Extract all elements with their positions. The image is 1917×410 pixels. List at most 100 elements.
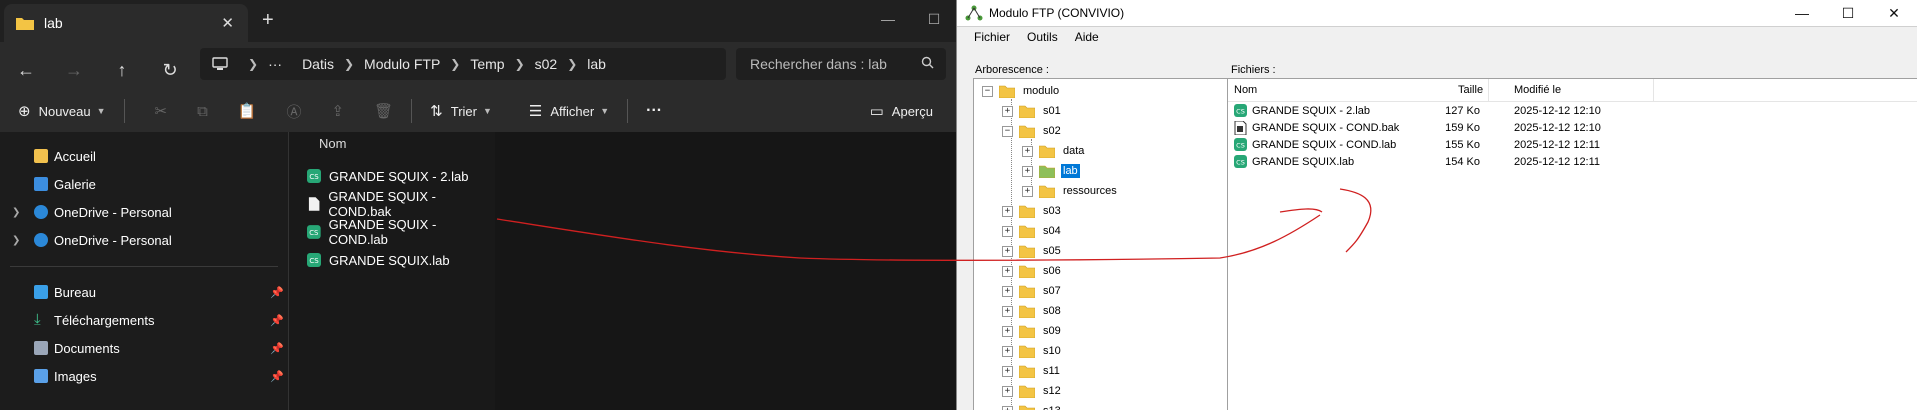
expand-icon[interactable]: + <box>1022 145 1033 157</box>
tree-node-ressources[interactable]: + ressources <box>1022 181 1119 201</box>
expand-icon[interactable]: + <box>1002 325 1013 337</box>
search-input[interactable]: Rechercher dans : lab <box>750 56 921 72</box>
expand-icon[interactable]: + <box>1002 405 1013 410</box>
minimize-button[interactable]: — <box>865 4 911 34</box>
expand-icon[interactable]: + <box>1002 345 1013 357</box>
tree-node-s02[interactable]: − s02 <box>1002 121 1063 141</box>
chevron-right-icon[interactable]: ❯ <box>12 207 20 218</box>
files-pane[interactable]: Nom Taille Modifié le CS GRANDE SQUIX - 2… <box>1227 78 1917 410</box>
column-divider[interactable] <box>1488 79 1489 101</box>
forward-arrow-icon[interactable]: → <box>62 60 86 81</box>
collapse-icon[interactable]: − <box>982 85 993 97</box>
close-tab-icon[interactable]: ✕ <box>221 14 234 32</box>
copy-icon[interactable]: ⧉ <box>197 103 208 120</box>
collapse-icon[interactable]: − <box>1002 125 1013 137</box>
more-options-button[interactable]: ··· <box>646 102 662 120</box>
tree-node-s01[interactable]: + s01 <box>1002 101 1063 121</box>
expand-icon[interactable]: + <box>1002 365 1013 377</box>
sidebar-item-documents[interactable]: Documents 📌 <box>0 334 288 362</box>
share-icon[interactable]: ⇪ <box>332 102 345 120</box>
breadcrumb-ellipsis[interactable]: ··· <box>268 56 282 72</box>
chevron-right-icon[interactable]: ❯ <box>12 235 20 246</box>
tree-node-s08[interactable]: + s08 <box>1002 301 1063 321</box>
file-row[interactable]: CS GRANDE SQUIX.lab 154 Ko 2025-12-12 12:11 <box>1234 154 1914 170</box>
rename-icon[interactable]: Ⓐ <box>287 101 302 122</box>
new-button[interactable]: ⊕ Nouveau ▼ <box>18 102 106 120</box>
file-item[interactable]: CS GRANDE SQUIX - COND.lab <box>307 217 495 247</box>
expand-icon[interactable]: + <box>1002 225 1013 237</box>
file-row[interactable]: GRANDE SQUIX - COND.bak 159 Ko 2025-12-12 … <box>1234 120 1914 136</box>
column-divider[interactable] <box>1653 79 1654 101</box>
tree-node-s10[interactable]: + s10 <box>1002 341 1063 361</box>
tree-node-s12[interactable]: + s12 <box>1002 381 1063 401</box>
tree-node-data[interactable]: + data <box>1022 141 1086 161</box>
file-row[interactable]: CS GRANDE SQUIX - COND.lab 155 Ko 2025-12-1… <box>1234 137 1914 153</box>
file-item[interactable]: CS GRANDE SQUIX - 2.lab <box>307 162 468 190</box>
preview-button[interactable]: ▭ Aperçu <box>870 102 933 120</box>
column-header-name[interactable]: Nom <box>319 136 346 151</box>
sidebar-item-desktop[interactable]: Bureau 📌 <box>0 278 288 306</box>
expand-icon[interactable]: + <box>1002 245 1013 257</box>
cut-icon[interactable]: ✂ <box>155 102 168 120</box>
sidebar-item-gallery[interactable]: Galerie <box>0 170 288 198</box>
refresh-icon[interactable]: ↻ <box>158 60 182 81</box>
sidebar-item-home[interactable]: Accueil <box>0 142 288 170</box>
delete-icon[interactable]: 🗑 <box>374 102 393 120</box>
minimize-button[interactable]: — <box>1779 0 1825 26</box>
close-button[interactable]: ✕ <box>1871 0 1917 26</box>
breadcrumb-modulo-ftp[interactable]: Modulo FTP <box>364 56 440 72</box>
pin-icon[interactable]: 📌 <box>270 342 284 355</box>
file-item[interactable]: CS GRANDE SQUIX.lab <box>307 246 450 274</box>
breadcrumb-datis[interactable]: Datis <box>302 56 334 72</box>
breadcrumb-temp[interactable]: Temp <box>470 56 504 72</box>
pin-icon[interactable]: 📌 <box>270 370 284 383</box>
menu-fichier[interactable]: Fichier <box>974 30 1010 50</box>
sidebar-item-onedrive[interactable]: ❯ OneDrive - Personal <box>0 198 288 226</box>
column-header-size[interactable]: Taille <box>1458 84 1483 96</box>
file-row[interactable]: CS GRANDE SQUIX - 2.lab 127 Ko 2025-12-12 1… <box>1234 103 1914 119</box>
tree-node-s04[interactable]: + s04 <box>1002 221 1063 241</box>
tab-lab[interactable]: lab ✕ <box>4 4 248 42</box>
menu-outils[interactable]: Outils <box>1027 30 1058 50</box>
expand-icon[interactable]: + <box>1002 265 1013 277</box>
view-button[interactable]: ☰ Afficher ▼ <box>529 102 609 120</box>
expand-icon[interactable]: + <box>1002 205 1013 217</box>
tree-node-s09[interactable]: + s09 <box>1002 321 1063 341</box>
tree-node-s05[interactable]: + s05 <box>1002 241 1063 261</box>
breadcrumb-s02[interactable]: s02 <box>535 56 558 72</box>
breadcrumb-lab[interactable]: lab <box>587 56 606 72</box>
sidebar-item-images[interactable]: Images 📌 <box>0 362 288 390</box>
pin-icon[interactable]: 📌 <box>270 314 284 327</box>
tree-node-s07[interactable]: + s07 <box>1002 281 1063 301</box>
tree-node-s06[interactable]: + s06 <box>1002 261 1063 281</box>
expand-icon[interactable]: + <box>1002 105 1013 117</box>
new-tab-button[interactable]: + <box>262 9 274 32</box>
maximize-button[interactable]: ☐ <box>911 4 957 34</box>
file-list-empty-area[interactable] <box>495 132 957 410</box>
expand-icon[interactable]: + <box>1002 285 1013 297</box>
tree-node-lab[interactable]: + lab <box>1022 161 1080 181</box>
column-header-modified[interactable]: Modifié le <box>1514 84 1561 96</box>
search-box[interactable]: Rechercher dans : lab <box>736 48 946 80</box>
tree-node-modulo[interactable]: − modulo <box>982 81 1061 101</box>
column-header-name[interactable]: Nom <box>1234 84 1257 96</box>
sidebar-item-onedrive[interactable]: ❯ OneDrive - Personal <box>0 226 288 254</box>
up-arrow-icon[interactable]: ↑ <box>110 60 134 81</box>
sidebar-item-downloads[interactable]: ⤓ Téléchargements 📌 <box>0 306 288 334</box>
back-arrow-icon[interactable]: ← <box>14 60 38 81</box>
file-item[interactable]: GRANDE SQUIX - COND.bak <box>307 189 495 219</box>
expand-icon[interactable]: + <box>1022 185 1033 197</box>
expand-icon[interactable]: + <box>1002 305 1013 317</box>
pin-icon[interactable]: 📌 <box>270 286 284 299</box>
sort-button[interactable]: ⇅ Trier ▼ <box>430 102 492 120</box>
tree-node-s13[interactable]: + s13 <box>1002 401 1063 410</box>
expand-icon[interactable]: + <box>1022 165 1033 177</box>
tree-node-s11[interactable]: + s11 <box>1002 361 1062 381</box>
menu-aide[interactable]: Aide <box>1075 30 1099 50</box>
tree-node-s03[interactable]: + s03 <box>1002 201 1063 221</box>
maximize-button[interactable]: ☐ <box>1825 0 1871 26</box>
expand-icon[interactable]: + <box>1002 385 1013 397</box>
paste-icon[interactable]: 📋 <box>238 102 257 120</box>
folder-tree[interactable]: − modulo + s01− s02 + data + lab + ressources + s03 +… <box>973 78 1229 410</box>
address-bar[interactable]: ❯ ··· Datis ❯ Modulo FTP ❯ Temp ❯ s02 ❯ … <box>200 48 726 80</box>
